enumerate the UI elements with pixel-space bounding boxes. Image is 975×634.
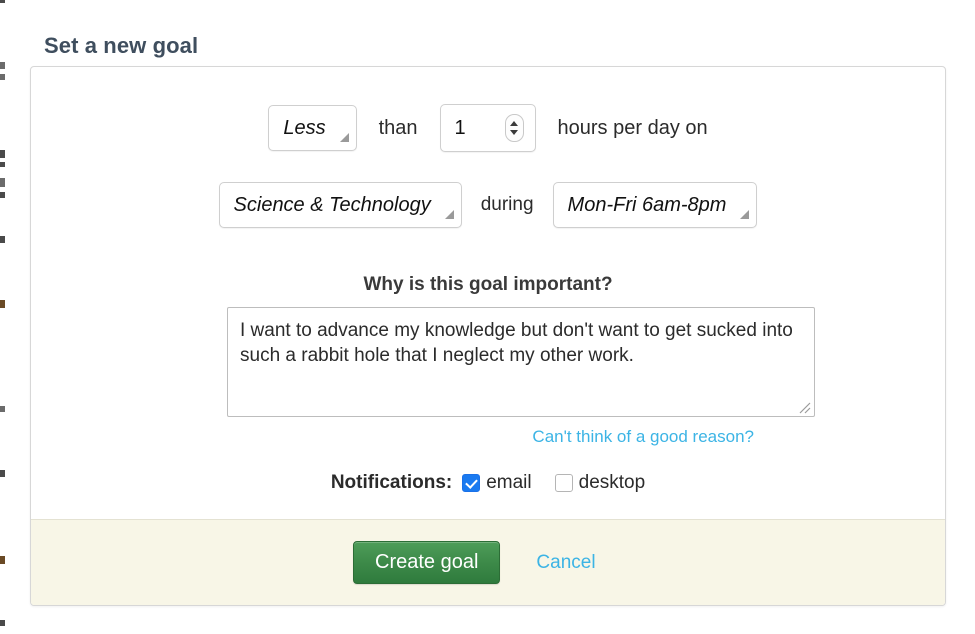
than-label: than <box>378 116 418 139</box>
notification-option-email-label: email <box>486 472 532 493</box>
set-goal-page: Set a new goal Less than 1 hours per day… <box>0 0 975 634</box>
chevron-down-icon <box>740 210 750 219</box>
create-goal-button[interactable]: Create goal <box>353 541 501 584</box>
chevron-down-icon <box>339 133 349 142</box>
goal-schedule-select-value: Mon-Fri 6am-8pm <box>567 193 727 216</box>
stepper-arrows-icon[interactable] <box>504 114 524 142</box>
chevron-up-icon <box>510 121 519 126</box>
reason-help-link[interactable]: Can't think of a good reason? <box>532 427 754 447</box>
goal-hours-stepper[interactable]: 1 <box>439 104 536 152</box>
notification-option-email[interactable]: email <box>462 472 532 494</box>
goal-category-select-value: Science & Technology <box>233 193 431 216</box>
goal-form-body: Less than 1 hours per day on Science & T… <box>31 67 945 520</box>
reason-textarea-wrapper[interactable]: I want to advance my knowledge but don't… <box>227 307 815 417</box>
notifications-label: Notifications: <box>330 472 453 493</box>
reason-label: Why is this goal important? <box>363 274 613 295</box>
goal-amount-row: Less than 1 hours per day on <box>31 104 945 152</box>
goal-form-panel: Less than 1 hours per day on Science & T… <box>30 66 946 606</box>
during-label: during <box>480 194 534 215</box>
reason-textarea-value: I want to advance my knowledge but don't… <box>240 320 793 366</box>
goal-form-footer: Create goal Cancel <box>31 519 945 605</box>
chevron-down-icon <box>510 130 519 135</box>
checkbox-unchecked-icon[interactable] <box>554 474 573 492</box>
resize-handle-icon[interactable] <box>797 400 811 414</box>
goal-hours-value: 1 <box>454 116 466 139</box>
notifications-row: Notifications: email desktop <box>31 472 945 494</box>
notification-option-desktop[interactable]: desktop <box>554 472 646 494</box>
goal-schedule-select[interactable]: Mon-Fri 6am-8pm <box>552 182 758 228</box>
goal-direction-select-value: Less <box>283 116 326 139</box>
notification-option-desktop-label: desktop <box>578 472 646 493</box>
goal-direction-select[interactable]: Less <box>268 105 357 151</box>
goal-category-row: Science & Technology during Mon-Fri 6am-… <box>31 182 945 228</box>
goal-category-select[interactable]: Science & Technology <box>218 182 462 228</box>
page-title: Set a new goal <box>44 32 199 58</box>
cancel-link[interactable]: Cancel <box>536 552 595 574</box>
hours-unit-label: hours per day on <box>557 116 708 139</box>
checkbox-checked-icon[interactable] <box>462 474 481 492</box>
chevron-down-icon <box>444 210 454 219</box>
